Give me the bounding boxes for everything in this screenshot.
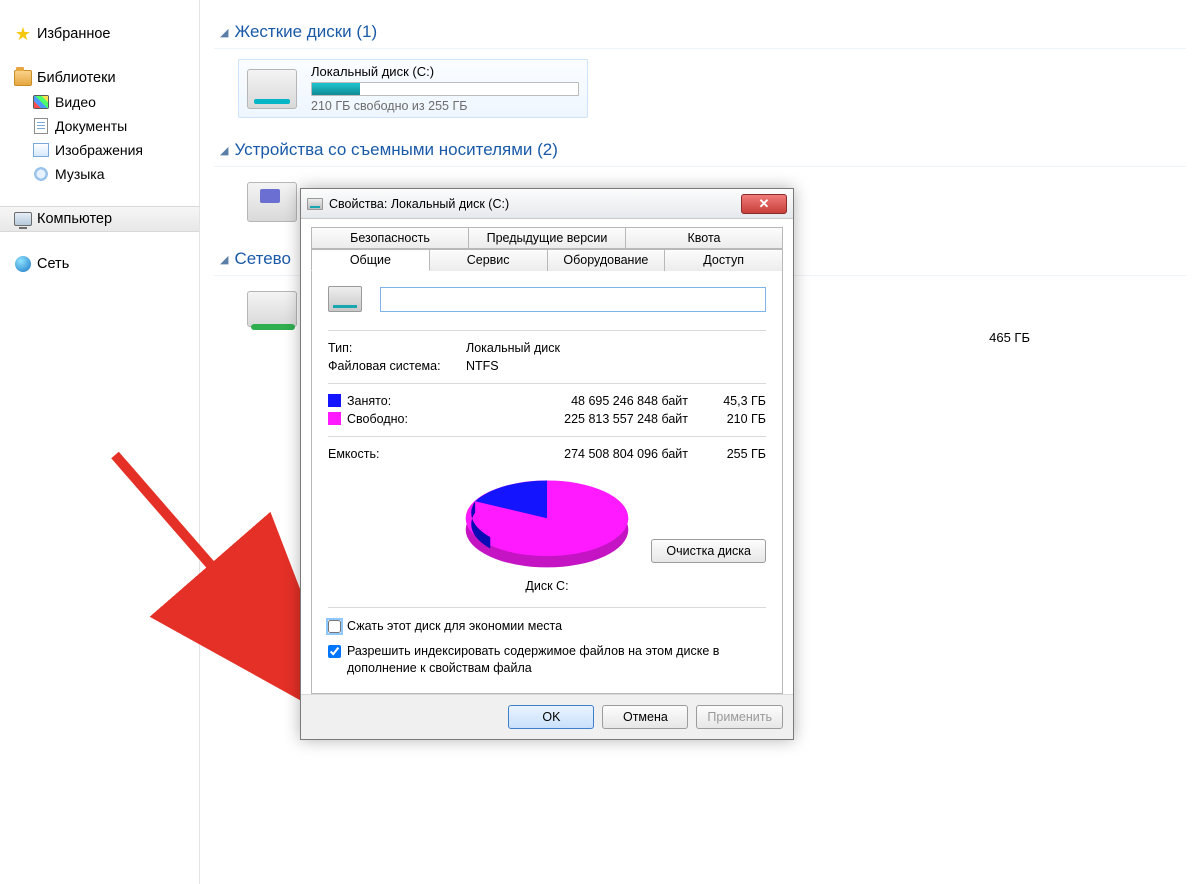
cancel-button[interactable]: Отмена (602, 705, 688, 729)
hdd-icon (328, 286, 362, 312)
compress-checkbox-row[interactable]: Сжать этот диск для экономии места (328, 618, 766, 635)
used-swatch-icon (328, 394, 341, 407)
apply-button[interactable]: Применить (696, 705, 783, 729)
computer-icon (14, 210, 32, 228)
used-h: 45,3 ГБ (696, 394, 766, 408)
usage-pie: Очистка диска Диск C: (328, 471, 766, 593)
floppy-icon (247, 182, 297, 222)
nav-images[interactable]: Изображения (0, 138, 199, 162)
used-bytes: 48 695 246 848 байт (466, 394, 688, 408)
drive-c[interactable]: Локальный диск (C:) 210 ГБ свободно из 2… (238, 59, 588, 118)
drive-c-free: 210 ГБ свободно из 255 ГБ (311, 99, 579, 113)
compress-checkbox[interactable] (328, 620, 341, 633)
collapse-icon: ◢ (220, 144, 228, 157)
nav-music-label: Музыка (55, 166, 105, 182)
category-hdd[interactable]: ◢ Жесткие диски (1) (214, 16, 1186, 49)
type-label: Тип: (328, 341, 458, 355)
hdd-icon (307, 198, 323, 210)
hdd-icon (247, 69, 297, 109)
nav-libraries[interactable]: Библиотеки (0, 66, 199, 90)
category-removable-label: Устройства со съемными носителями (2) (234, 140, 557, 160)
folder-icon (14, 69, 32, 87)
pie-label: Диск C: (525, 579, 568, 593)
category-network-label: Сетево (234, 249, 291, 269)
nav-sidebar: ★ Избранное Библиотеки Видео Документы И… (0, 0, 200, 884)
index-checkbox[interactable] (328, 645, 341, 658)
free-label: Свободно: (347, 412, 408, 426)
document-icon (32, 117, 50, 135)
nav-video[interactable]: Видео (0, 90, 199, 114)
index-label: Разрешить индексировать содержимое файло… (347, 643, 766, 677)
collapse-icon: ◢ (220, 26, 228, 39)
nav-documents[interactable]: Документы (0, 114, 199, 138)
network-icon (14, 255, 32, 273)
tabrow-primary: Общие Сервис Оборудование Доступ (311, 249, 783, 271)
close-button[interactable]: ✕ (741, 194, 787, 214)
nav-network-label: Сеть (37, 256, 69, 272)
nav-libraries-label: Библиотеки (37, 70, 116, 86)
nav-network[interactable]: Сеть (0, 252, 199, 276)
drive-name-input[interactable] (380, 287, 766, 312)
type-value: Локальный диск (466, 341, 688, 355)
ok-button[interactable]: OK (508, 705, 594, 729)
tab-general-body: Тип: Локальный диск Файловая система: NT… (311, 270, 783, 694)
tab-security[interactable]: Безопасность (311, 227, 469, 249)
dialog-footer: OK Отмена Применить (301, 694, 793, 739)
nav-favorites[interactable]: ★ Избранное (0, 22, 199, 46)
properties-dialog: Свойства: Локальный диск (C:) ✕ Безопасн… (300, 188, 794, 740)
tab-tools[interactable]: Сервис (430, 249, 548, 271)
nav-computer[interactable]: Компьютер (0, 206, 199, 232)
cap-h: 255 ГБ (696, 447, 766, 461)
category-removable[interactable]: ◢ Устройства со съемными носителями (2) (214, 134, 1186, 167)
network-drive-icon (247, 291, 297, 327)
drive-c-usage-bar (311, 82, 579, 96)
close-icon: ✕ (759, 196, 770, 212)
nav-music[interactable]: Музыка (0, 162, 199, 186)
index-checkbox-row[interactable]: Разрешить индексировать содержимое файло… (328, 643, 766, 677)
dialog-titlebar[interactable]: Свойства: Локальный диск (C:) ✕ (301, 189, 793, 219)
compress-label: Сжать этот диск для экономии места (347, 618, 562, 635)
tab-quota[interactable]: Квота (626, 227, 783, 249)
drive-c-name: Локальный диск (C:) (311, 64, 579, 79)
nav-images-label: Изображения (55, 142, 143, 158)
image-icon (32, 141, 50, 159)
used-label: Занято: (347, 394, 391, 408)
nav-computer-label: Компьютер (37, 211, 112, 227)
video-icon (32, 93, 50, 111)
disk-cleanup-button[interactable]: Очистка диска (651, 539, 766, 563)
tabrow-secondary: Безопасность Предыдущие версии Квота (311, 227, 783, 249)
category-hdd-label: Жесткие диски (1) (234, 22, 377, 42)
cap-bytes: 274 508 804 096 байт (466, 447, 688, 461)
free-h: 210 ГБ (696, 412, 766, 426)
free-swatch-icon (328, 412, 341, 425)
star-icon: ★ (14, 25, 32, 43)
dialog-title: Свойства: Локальный диск (C:) (329, 197, 735, 211)
free-bytes: 225 813 557 248 байт (466, 412, 688, 426)
nav-documents-label: Документы (55, 118, 127, 134)
collapse-icon: ◢ (220, 253, 228, 266)
fs-value: NTFS (466, 359, 688, 373)
tab-general[interactable]: Общие (311, 249, 430, 271)
tab-hardware[interactable]: Оборудование (548, 249, 666, 271)
tab-sharing[interactable]: Доступ (665, 249, 783, 271)
tab-previous-versions[interactable]: Предыдущие версии (469, 227, 626, 249)
music-icon (32, 165, 50, 183)
nav-video-label: Видео (55, 94, 96, 110)
nav-favorites-label: Избранное (37, 26, 110, 42)
fs-label: Файловая система: (328, 359, 458, 373)
cap-label: Емкость: (328, 447, 458, 461)
